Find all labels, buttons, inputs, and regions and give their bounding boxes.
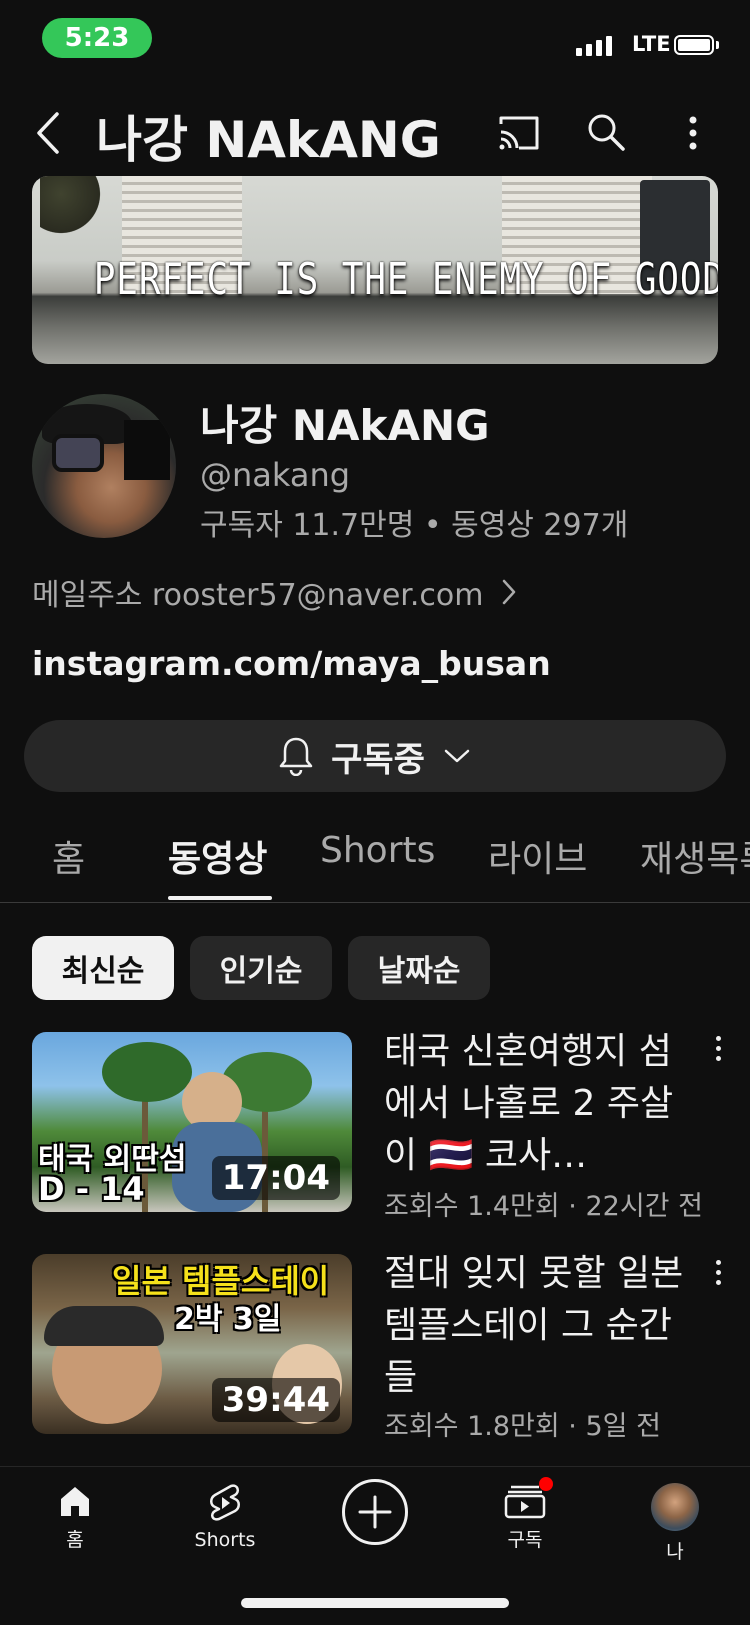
thumbnail-caption: D - 14: [38, 1170, 145, 1208]
chevron-down-icon: [444, 749, 470, 763]
notification-dot: [539, 1477, 553, 1491]
video-title[interactable]: 절대 잊지 못할 일본 템플스테이 그 순간들: [384, 1248, 704, 1404]
video-meta: 조회수 1.4만회 · 22시간 전: [384, 1191, 703, 1222]
nav-shorts[interactable]: Shorts: [170, 1483, 280, 1551]
channel-description-row[interactable]: 메일주소 rooster57@naver.com: [32, 570, 517, 614]
channel-stats: 구독자 11.7만명 • 동영상 297개: [200, 508, 629, 543]
more-vert-icon: [689, 116, 697, 150]
video-menu-button[interactable]: [708, 1036, 728, 1061]
tab-shorts[interactable]: Shorts: [320, 830, 435, 871]
profile-avatar: [651, 1483, 699, 1531]
chevron-right-icon: [503, 579, 516, 605]
chip-date[interactable]: 날짜순: [348, 936, 490, 1000]
tab-videos[interactable]: 동영상: [168, 830, 267, 882]
chevron-left-icon: [37, 112, 59, 154]
tab-home[interactable]: 홈: [52, 830, 85, 882]
nav-subscriptions-label: 구독: [507, 1529, 543, 1551]
video-duration: 17:04: [211, 1156, 340, 1200]
nav-shorts-label: Shorts: [194, 1529, 256, 1551]
banner-text: PERFECT IS THE ENEMY OF GOOD: [93, 254, 718, 305]
subscribed-button[interactable]: 구독중: [24, 720, 726, 792]
signal-icon: [576, 36, 612, 56]
cast-button[interactable]: [494, 110, 544, 156]
video-title[interactable]: 태국 신혼여행지 섬에서 나홀로 2 주살이 🇹🇭 코사…: [384, 1026, 704, 1182]
video-meta: 조회수 1.8만회 · 5일 전: [384, 1411, 661, 1442]
channel-tabs: 홈 동영상 Shorts 라이브 재생목록: [0, 818, 750, 903]
header-title: 나강 NAkANG: [96, 111, 441, 169]
video-thumbnail[interactable]: 태국 외딴섬 D - 14 17:04: [32, 1032, 352, 1212]
plus-icon: [358, 1495, 392, 1529]
search-button[interactable]: [582, 108, 630, 156]
thumbnail-caption: 2박 3일: [174, 1302, 282, 1337]
search-icon: [588, 114, 625, 151]
video-menu-button[interactable]: [708, 1260, 728, 1285]
chip-popular[interactable]: 인기순: [190, 936, 332, 1000]
nav-subscriptions[interactable]: 구독: [470, 1477, 580, 1552]
channel-avatar[interactable]: [32, 394, 176, 538]
chip-latest[interactable]: 최신순: [32, 936, 174, 1000]
channel-banner: PERFECT IS THE ENEMY OF GOOD: [32, 176, 718, 364]
channel-handle: @nakang: [200, 456, 351, 494]
nav-home[interactable]: 홈: [20, 1483, 130, 1552]
battery-icon: [674, 35, 714, 55]
back-button[interactable]: [28, 108, 68, 158]
cast-icon: [499, 116, 539, 150]
home-icon: [61, 1487, 89, 1516]
more-options-button[interactable]: [676, 110, 710, 156]
bell-icon: [279, 737, 313, 776]
channel-link[interactable]: instagram.com/maya_busan: [32, 644, 551, 683]
nav-me-label: 나: [666, 1541, 684, 1563]
tab-live[interactable]: 라이브: [488, 830, 587, 882]
active-tab-indicator: [168, 896, 272, 900]
tab-playlists[interactable]: 재생목록: [640, 830, 750, 882]
home-indicator: [241, 1598, 509, 1608]
network-type: LTE: [632, 32, 671, 56]
shorts-icon: [210, 1484, 240, 1521]
email-text: 메일주소 rooster57@naver.com: [32, 578, 484, 613]
create-button[interactable]: [342, 1479, 408, 1545]
nav-home-label: 홈: [66, 1529, 84, 1551]
status-time: 5:23: [42, 18, 152, 58]
channel-name: 나강 NAkANG: [200, 401, 490, 450]
video-thumbnail[interactable]: 일본 템플스테이 2박 3일 39:44: [32, 1254, 352, 1434]
battery-tip: [716, 41, 719, 49]
video-duration: 39:44: [211, 1378, 340, 1422]
nav-me[interactable]: 나: [620, 1483, 730, 1564]
subscribed-label: 구독중: [331, 739, 425, 780]
